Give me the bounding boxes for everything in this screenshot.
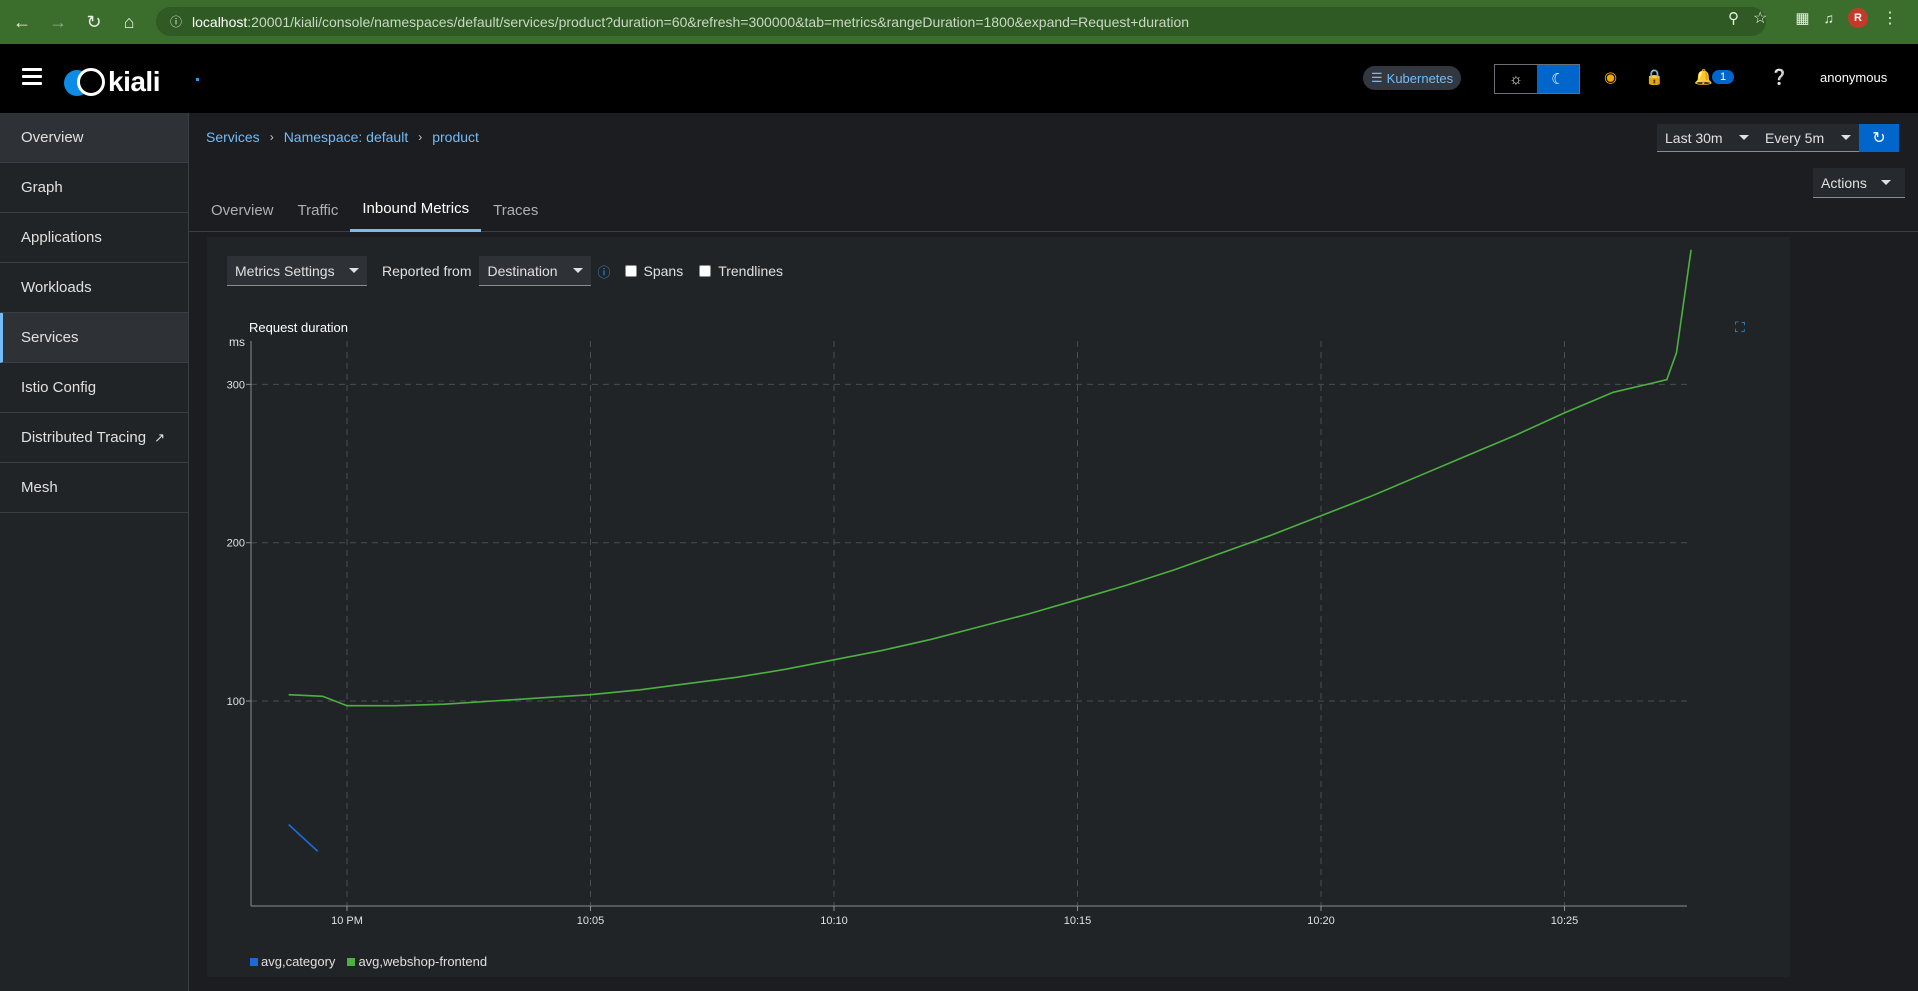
cluster-badge-label: Kubernetes: [1386, 70, 1454, 86]
site-info-icon[interactable]: ⓘ: [170, 13, 182, 30]
reload-icon[interactable]: ↻: [78, 6, 110, 38]
loading-indicator: [196, 78, 199, 81]
refresh-value: Every 5m: [1765, 129, 1825, 146]
theme-toggle: ☼ ☾: [1494, 64, 1580, 94]
sidebar-item-label: Services: [21, 329, 79, 346]
sidebar-item-distributed-tracing[interactable]: Distributed Tracing ↗: [0, 413, 188, 463]
main-content: Services › Namespace: default › product …: [189, 113, 1918, 991]
chevron-down-icon: [1739, 135, 1749, 140]
breadcrumb-service[interactable]: product: [432, 129, 479, 145]
x-tick-label: 10:20: [1307, 915, 1335, 927]
sidebar-item-overview[interactable]: Overview: [0, 113, 188, 163]
bell-icon[interactable]: 🔔: [1694, 68, 1713, 86]
sidebar-item-label: Mesh: [21, 479, 58, 496]
browser-toolbar: ← → ↻ ⌂ ⓘ localhost:20001/kiali/console/…: [0, 0, 1918, 44]
legend-swatch: [250, 958, 258, 966]
light-theme-icon[interactable]: ☼: [1495, 65, 1537, 93]
sidebar-item-label: Workloads: [21, 279, 92, 296]
bookmark-star-icon[interactable]: ☆: [1753, 8, 1767, 28]
extensions-icon[interactable]: ▦: [1795, 9, 1809, 27]
x-tick-label: 10:10: [820, 915, 848, 927]
legend-item[interactable]: avg,category: [250, 954, 335, 969]
series-line-avg-category: [288, 823, 319, 852]
chart-legend: avg,category avg,webshop-frontend: [250, 954, 487, 969]
media-icon[interactable]: ♫: [1824, 10, 1835, 26]
sidebar-item-label: Overview: [21, 129, 84, 146]
time-range-controls: Last 30m Every 5m ↻: [1657, 124, 1899, 152]
sidebar-item-label: Graph: [21, 179, 63, 196]
lock-icon[interactable]: 🔒: [1645, 68, 1664, 86]
sidebar-item-label: Distributed Tracing: [21, 429, 147, 446]
istio-status-icon[interactable]: ◉: [1604, 68, 1617, 86]
notification-count[interactable]: 1: [1712, 70, 1735, 84]
user-menu[interactable]: anonymous: [1820, 70, 1887, 85]
kiali-logo[interactable]: kiali: [64, 66, 160, 98]
hamburger-menu-icon[interactable]: [22, 68, 42, 89]
tab-inbound-metrics[interactable]: Inbound Metrics: [350, 188, 482, 232]
back-icon[interactable]: ←: [6, 6, 38, 38]
url-path: :20001/kiali/console/namespaces/default/…: [247, 13, 1190, 30]
refresh-icon: ↻: [1872, 130, 1886, 147]
masthead: kiali ☰ Kubernetes ☼ ☾ ◉ 🔒 🔔 1 ❔ anonymo…: [0, 44, 1918, 113]
duration-select[interactable]: Last 30m: [1657, 124, 1757, 152]
tab-label: Traces: [493, 201, 539, 219]
cluster-icon: ☰: [1371, 70, 1383, 85]
chevron-down-icon: [1841, 135, 1851, 140]
tab-traces[interactable]: Traces: [481, 188, 550, 232]
breadcrumb-services[interactable]: Services: [206, 129, 260, 145]
sidebar-item-workloads[interactable]: Workloads: [0, 263, 188, 313]
sidebar-item-services[interactable]: Services: [0, 313, 188, 363]
sidebar-nav: Overview Graph Applications Workloads Se…: [0, 113, 189, 991]
sidebar-item-istio-config[interactable]: Istio Config: [0, 363, 188, 413]
x-tick-label: 10 PM: [331, 915, 363, 927]
chevron-right-icon: ›: [269, 130, 274, 144]
refresh-button[interactable]: ↻: [1859, 124, 1899, 152]
breadcrumb-namespace[interactable]: Namespace: default: [284, 129, 409, 145]
sidebar-item-applications[interactable]: Applications: [0, 213, 188, 263]
legend-item[interactable]: avg,webshop-frontend: [347, 954, 487, 969]
cluster-badge[interactable]: ☰ Kubernetes: [1363, 66, 1462, 90]
help-icon[interactable]: ❔: [1770, 68, 1789, 86]
tab-label: Inbound Metrics: [362, 200, 470, 217]
legend-label: avg,webshop-frontend: [358, 954, 488, 969]
logo-text: kiali: [108, 66, 160, 97]
duration-value: Last 30m: [1665, 129, 1723, 146]
y-tick-label: 100: [227, 696, 245, 708]
kiali-logo-icon: [64, 68, 106, 96]
y-tick-label: 300: [227, 379, 245, 391]
zoom-icon[interactable]: ⚲: [1728, 9, 1739, 27]
tab-traffic[interactable]: Traffic: [286, 188, 351, 232]
breadcrumb: Services › Namespace: default › product: [206, 129, 479, 145]
x-tick-label: 10:15: [1064, 915, 1092, 927]
x-tick-label: 10:05: [577, 915, 605, 927]
tab-label: Traffic: [297, 201, 339, 219]
address-bar[interactable]: ⓘ localhost:20001/kiali/console/namespac…: [156, 7, 1766, 36]
legend-swatch: [347, 958, 356, 966]
request-duration-chart: 100 200 300 10 PM 10:05 10:10 10:15 10:20 10:25: [227, 249, 1692, 927]
forward-icon[interactable]: →: [42, 6, 74, 38]
chevron-right-icon: ›: [418, 130, 423, 144]
tab-bar: Overview Traffic Inbound Metrics Traces: [189, 188, 1918, 232]
x-tick-label: 10:25: [1551, 915, 1579, 927]
url-host: localhost: [192, 13, 248, 30]
metrics-card: Metrics Settings Reported from Destinati…: [207, 237, 1790, 977]
browser-menu-icon[interactable]: ⋮: [1882, 8, 1898, 28]
tab-label: Overview: [211, 201, 274, 219]
legend-label: avg,category: [261, 954, 336, 969]
profile-avatar[interactable]: R: [1848, 8, 1868, 28]
y-tick-label: 200: [227, 538, 245, 550]
series-line-avg-webshop-frontend: [288, 249, 1692, 707]
tab-overview[interactable]: Overview: [199, 188, 286, 232]
sidebar-item-mesh[interactable]: Mesh: [0, 463, 188, 513]
dark-theme-icon[interactable]: ☾: [1537, 65, 1579, 93]
external-link-icon: ↗: [154, 429, 165, 445]
sidebar-item-label: Applications: [21, 229, 102, 246]
sidebar-item-label: Istio Config: [21, 379, 97, 396]
refresh-interval-select[interactable]: Every 5m: [1757, 124, 1859, 152]
sidebar-item-graph[interactable]: Graph: [0, 163, 188, 213]
home-icon[interactable]: ⌂: [113, 6, 145, 38]
chevron-down-icon: [1880, 180, 1891, 185]
